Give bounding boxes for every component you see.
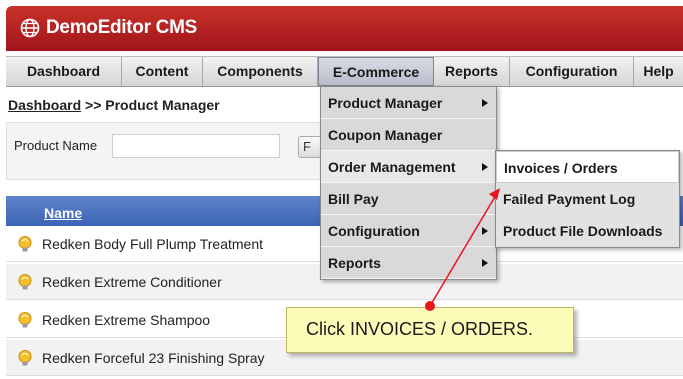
app-title: DemoEditor CMS <box>46 17 197 38</box>
app-logo[interactable]: DemoEditor CMS <box>20 17 197 39</box>
menu-item-coupon-manager[interactable]: Coupon Manager <box>321 119 496 151</box>
product-name[interactable]: Redken Forceful 23 Finishing Spray <box>42 350 265 366</box>
menu-item-label: Product Manager <box>328 95 443 111</box>
submenu-arrow-icon <box>482 259 488 267</box>
tab-dashboard[interactable]: Dashboard <box>6 57 122 86</box>
name-column-header[interactable]: Name <box>44 205 82 221</box>
menu-item-product-manager[interactable]: Product Manager <box>321 87 496 119</box>
product-name[interactable]: Redken Extreme Conditioner <box>42 274 222 290</box>
tab-reports[interactable]: Reports <box>434 57 510 86</box>
product-name-label: Product Name <box>14 138 98 153</box>
ecommerce-menu: Product Manager Coupon Manager Order Man… <box>320 86 497 280</box>
lightbulb-icon <box>18 350 32 366</box>
menu-item-label: Order Management <box>328 159 456 175</box>
product-name[interactable]: Redken Body Full Plump Treatment <box>42 236 263 252</box>
submenu-arrow-icon <box>482 99 488 107</box>
lightbulb-icon <box>18 312 32 328</box>
menu-item-invoices-orders[interactable]: Invoices / Orders <box>496 151 679 183</box>
brand-bar: DemoEditor CMS <box>6 6 683 51</box>
menu-item-failed-payment-log[interactable]: Failed Payment Log <box>496 183 679 215</box>
menu-item-configuration[interactable]: Configuration <box>321 215 496 247</box>
globe-icon <box>20 18 40 38</box>
breadcrumb: Dashboard >> Product Manager <box>8 97 220 113</box>
menu-item-label: Coupon Manager <box>328 127 443 143</box>
tab-configuration[interactable]: Configuration <box>510 57 634 86</box>
submenu-arrow-icon <box>482 163 488 171</box>
filter-button[interactable]: F <box>298 136 322 158</box>
breadcrumb-current: Product Manager <box>105 97 220 113</box>
tab-components[interactable]: Components <box>203 57 318 86</box>
menu-item-reports[interactable]: Reports <box>321 247 496 279</box>
product-name[interactable]: Redken Extreme Shampoo <box>42 312 210 328</box>
menu-item-label: Bill Pay <box>328 191 379 207</box>
tab-help[interactable]: Help <box>634 57 683 86</box>
tab-content[interactable]: Content <box>122 57 203 86</box>
menu-item-bill-pay[interactable]: Bill Pay <box>321 183 496 215</box>
header-area: DemoEditor CMS <box>0 0 683 55</box>
breadcrumb-dashboard-link[interactable]: Dashboard <box>8 97 81 113</box>
submenu-arrow-icon <box>482 227 488 235</box>
main-nav: Dashboard Content Components E-Commerce … <box>6 56 683 87</box>
menu-item-order-management[interactable]: Order Management <box>321 151 496 183</box>
order-management-submenu: Invoices / Orders Failed Payment Log Pro… <box>495 150 680 248</box>
breadcrumb-separator: >> <box>85 97 102 113</box>
tab-ecommerce[interactable]: E-Commerce <box>318 57 434 86</box>
menu-item-label: Configuration <box>328 223 420 239</box>
lightbulb-icon <box>18 236 32 252</box>
callout-text: Click INVOICES / ORDERS. <box>306 319 534 339</box>
lightbulb-icon <box>18 274 32 290</box>
menu-item-label: Reports <box>328 255 381 271</box>
product-name-input[interactable] <box>112 134 280 158</box>
menu-item-product-file-downloads[interactable]: Product File Downloads <box>496 215 679 247</box>
